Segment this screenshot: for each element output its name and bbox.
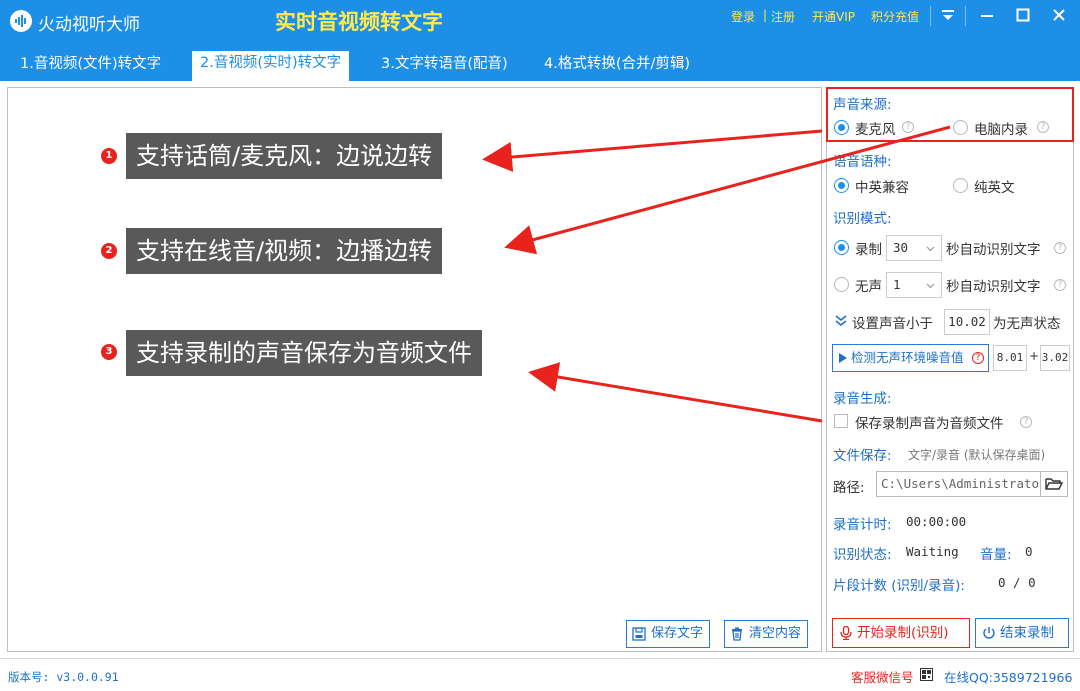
silent-seconds-select[interactable]: 1	[886, 272, 942, 298]
app-name: 火动视听大师	[38, 15, 140, 35]
state-value: Waiting	[906, 544, 959, 559]
file-save-hint: 文字/录音 (默认保存桌面)	[908, 448, 1046, 462]
clear-content-button[interactable]: 清空内容	[724, 620, 809, 648]
volume-label: 音量:	[980, 547, 1012, 563]
clear-content-label: 清空内容	[749, 626, 802, 641]
title-bar: 火动视听大师 实时音视频转文字 登录 | 注册 开通VIP 积分充值	[0, 0, 1080, 44]
callout-badge: 1	[101, 148, 117, 164]
save-audio-checkbox[interactable]	[834, 414, 848, 428]
volume-value: 0	[1025, 544, 1033, 559]
record-seconds-value: 30	[893, 240, 909, 255]
file-save-label: 文件保存:	[833, 448, 892, 464]
radio-silent-mode[interactable]	[834, 277, 849, 292]
tab-bar: 1.音视频(文件)转文字 2.音视频(实时)转文字 3.文字转语音(配音) 4.…	[0, 44, 1080, 81]
stop-record-label: 结束录制	[1000, 625, 1054, 641]
save-text-button[interactable]: 保存文字	[626, 620, 711, 648]
help-icon[interactable]: ?	[1020, 416, 1032, 428]
segments-value: 0 / 0	[998, 575, 1036, 590]
detect-noise-label: 检测无声环境噪音值	[851, 350, 964, 365]
silent-mode-label: 无声	[855, 279, 882, 295]
path-input[interactable]: C:\Users\Administrator	[876, 471, 1041, 497]
browse-folder-button[interactable]	[1040, 471, 1068, 497]
tab-text-to-speech[interactable]: 3.文字转语音(配音)	[373, 53, 516, 79]
tab-file-to-text[interactable]: 1.音视频(文件)转文字	[12, 53, 169, 79]
stop-record-button[interactable]: 结束录制	[975, 618, 1069, 648]
qq-label[interactable]: 在线QQ:3589721966	[944, 667, 1072, 686]
threshold-input[interactable]: 10.02	[944, 309, 990, 335]
start-record-label: 开始录制(识别)	[857, 625, 949, 641]
power-icon	[983, 627, 995, 639]
record-suffix: 秒自动识别文字	[946, 242, 1041, 258]
chevron-down-icon	[926, 246, 935, 252]
record-seconds-select[interactable]: 30	[886, 235, 942, 261]
state-label: 识别状态:	[833, 547, 892, 563]
save-icon	[632, 627, 646, 641]
radio-english[interactable]	[953, 178, 968, 193]
tab-format-convert[interactable]: 4.格式转换(合并/剪辑)	[536, 53, 698, 79]
start-record-button[interactable]: 开始录制(识别)	[832, 618, 970, 648]
timer-label: 录音计时:	[833, 517, 892, 533]
save-text-label: 保存文字	[651, 626, 704, 641]
threshold-suffix: 为无声状态	[993, 316, 1061, 332]
divider	[965, 6, 966, 26]
help-icon[interactable]: ?	[902, 121, 914, 133]
segments-label: 片段计数 (识别/录音):	[833, 578, 965, 594]
divider	[930, 6, 931, 26]
silent-seconds-value: 1	[893, 277, 901, 292]
audio-gen-label: 录音生成:	[833, 391, 892, 407]
minimize-icon[interactable]	[972, 4, 1002, 26]
path-label: 路径:	[833, 480, 865, 496]
double-chevron-down-icon[interactable]	[835, 315, 847, 327]
radio-mic[interactable]	[834, 120, 849, 135]
help-icon[interactable]: ?	[972, 352, 984, 364]
maximize-icon[interactable]	[1008, 4, 1038, 26]
mixed-lang-label: 中英兼容	[855, 180, 909, 196]
timer-value: 00:00:00	[906, 514, 967, 529]
mode-label: 识别模式:	[833, 211, 892, 227]
recharge-link[interactable]: 积分充值	[871, 8, 919, 25]
radio-mixed-lang[interactable]	[834, 178, 849, 193]
callout-badge: 2	[101, 243, 117, 259]
help-icon[interactable]: ?	[1054, 279, 1066, 291]
tab-realtime-to-text[interactable]: 2.音视频(实时)转文字	[192, 51, 350, 81]
source-label: 声音来源:	[833, 97, 892, 113]
qr-code-icon[interactable]	[920, 668, 933, 681]
detect-noise-button[interactable]: 检测无声环境噪音值 ?	[832, 344, 989, 372]
callout-online: 支持在线音/视频：边播边转	[126, 228, 443, 274]
help-icon[interactable]: ?	[1037, 121, 1049, 133]
pc-audio-label: 电脑内录	[974, 122, 1028, 138]
app-logo-icon	[10, 10, 32, 32]
vip-link[interactable]: 开通VIP	[812, 8, 855, 25]
radio-record-mode[interactable]	[834, 240, 849, 255]
status-bar: 版本号: v3.0.0.91 客服微信号 在线QQ:3589721966	[0, 658, 1080, 691]
chevron-down-icon	[926, 283, 935, 289]
noise-offset-field[interactable]: 3.02	[1040, 345, 1070, 371]
microphone-icon	[840, 626, 852, 640]
english-label: 纯英文	[974, 180, 1015, 196]
save-audio-label: 保存录制声音为音频文件	[855, 416, 1004, 432]
callout-save-audio: 支持录制的声音保存为音频文件	[126, 330, 482, 376]
language-label: 语音语种:	[833, 154, 892, 170]
trash-icon	[732, 627, 742, 641]
menu-dropdown-icon[interactable]	[933, 4, 963, 26]
silent-suffix: 秒自动识别文字	[946, 279, 1041, 295]
plus-sign: +	[1029, 349, 1040, 363]
link-separator: |	[763, 8, 768, 22]
threshold-prefix: 设置声音小于	[852, 316, 933, 332]
folder-icon	[1045, 478, 1063, 490]
play-icon	[839, 353, 847, 363]
help-icon[interactable]: ?	[1054, 242, 1066, 254]
callout-badge: 3	[101, 344, 117, 360]
close-icon[interactable]	[1044, 4, 1074, 26]
callout-mic: 支持话筒/麦克风：边说边转	[126, 133, 443, 179]
wechat-label[interactable]: 客服微信号	[851, 667, 914, 686]
main-title: 实时音视频转文字	[275, 10, 443, 34]
radio-pc-audio[interactable]	[953, 120, 968, 135]
record-mode-label: 录制	[855, 242, 882, 258]
mic-label: 麦克风	[855, 122, 896, 138]
login-link[interactable]: 登录	[731, 8, 755, 25]
version-label: 版本号: v3.0.0.91	[8, 670, 119, 684]
noise-value-field[interactable]: 8.01	[993, 345, 1027, 371]
register-link[interactable]: 注册	[771, 8, 795, 25]
